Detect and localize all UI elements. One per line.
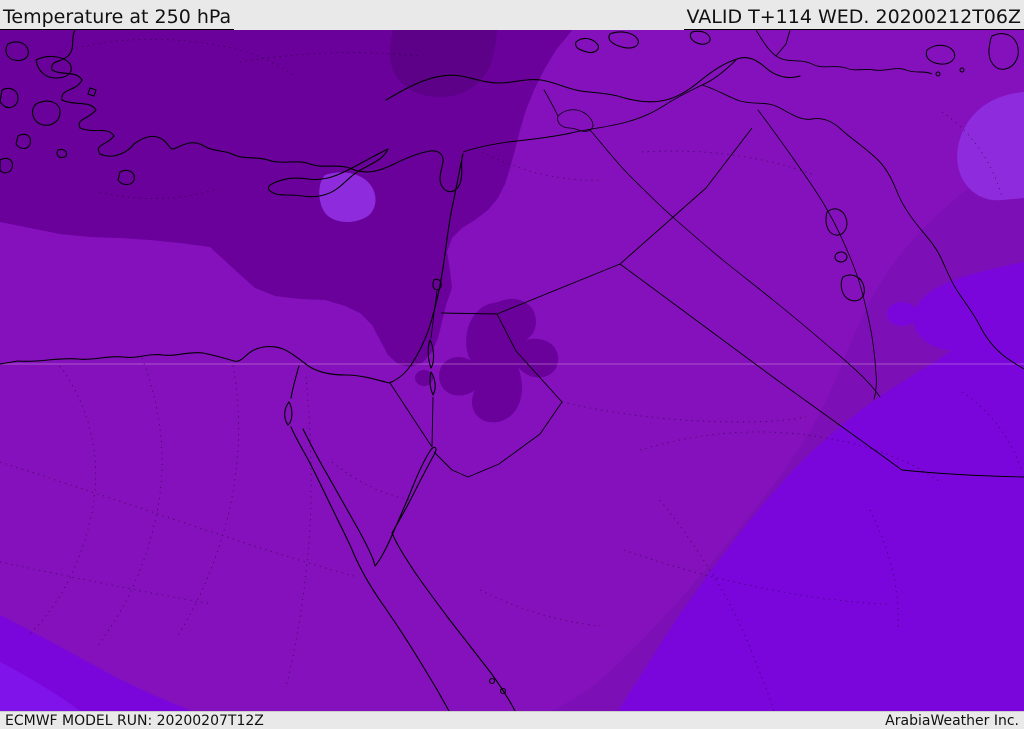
title-bar: Temperature at 250 hPa VALID T+114 WED. … <box>0 0 1024 30</box>
weather-map-page: Temperature at 250 hPa VALID T+114 WED. … <box>0 0 1024 729</box>
model-run-label: ECMWF MODEL RUN: 20200207T12Z <box>5 712 264 729</box>
valid-time-label: VALID T+114 WED. 20200212T06Z <box>683 6 1024 30</box>
temp-band-bright-small-spot <box>887 302 917 326</box>
status-bar: ECMWF MODEL RUN: 20200207T12Z ArabiaWeat… <box>0 711 1024 729</box>
weather-map-svg <box>0 30 1024 711</box>
temperature-fill-layers <box>0 30 1024 711</box>
page-title: Temperature at 250 hPa <box>0 6 235 30</box>
map-canvas <box>0 30 1024 711</box>
brand-credit-label: ArabiaWeather Inc. <box>885 712 1019 729</box>
